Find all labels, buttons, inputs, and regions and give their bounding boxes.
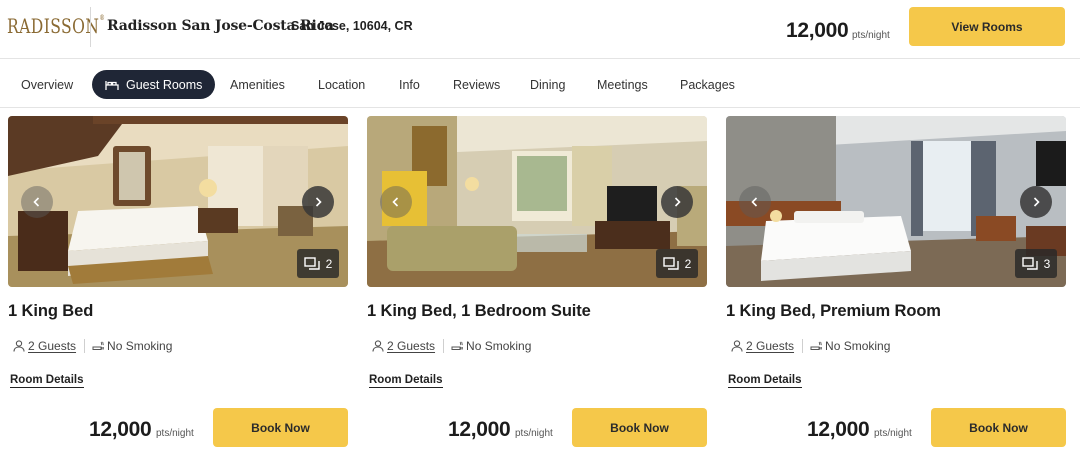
room-price-unit: pts/night: [156, 428, 194, 439]
smoking-policy: No Smoking: [107, 339, 173, 353]
hotel-tab-nav: Overview Guest Rooms Amenities Location …: [0, 58, 1080, 108]
book-now-button[interactable]: Book Now: [572, 408, 707, 447]
room-title: 1 King Bed, 1 Bedroom Suite: [367, 302, 591, 320]
tab-label: Location: [318, 77, 366, 92]
room-price-unit: pts/night: [515, 428, 553, 439]
person-icon: [13, 340, 25, 352]
book-now-button[interactable]: Book Now: [931, 408, 1066, 447]
tab-amenities[interactable]: Amenities: [230, 70, 285, 99]
photo-gallery-icon: [662, 256, 679, 270]
room-title: 1 King Bed, Premium Room: [726, 302, 941, 320]
tab-location[interactable]: Location: [318, 70, 365, 99]
book-now-button[interactable]: Book Now: [213, 408, 348, 447]
room-details-link[interactable]: Room Details: [728, 374, 802, 388]
room-price: 12,000: [89, 418, 152, 441]
tab-guest-rooms[interactable]: Guest Rooms: [92, 70, 216, 99]
room-title: 1 King Bed: [8, 302, 94, 320]
room-card: 3 1 King Bed, Premium Room 2 Guests No S…: [726, 116, 1066, 456]
tab-label: Amenities: [230, 77, 285, 92]
room-details-link[interactable]: Room Details: [369, 374, 443, 388]
smoking-policy: No Smoking: [466, 339, 532, 353]
tab-meetings[interactable]: Meetings: [597, 70, 648, 99]
next-photo-button[interactable]: [1020, 186, 1052, 218]
chevron-right-icon: [1033, 197, 1040, 207]
tab-info[interactable]: Info: [399, 70, 420, 99]
prev-photo-button[interactable]: [21, 186, 53, 218]
tab-label: Dining: [530, 77, 566, 92]
room-photo[interactable]: 2: [367, 116, 707, 287]
tab-packages[interactable]: Packages: [680, 70, 735, 99]
guests-link[interactable]: 2 Guests: [746, 339, 794, 353]
photo-count-badge[interactable]: 2: [297, 249, 339, 278]
guests-link[interactable]: 2 Guests: [28, 339, 76, 353]
photo-count: 2: [325, 256, 333, 271]
no-smoking-icon: [92, 341, 104, 350]
room-photo[interactable]: 2: [8, 116, 348, 287]
prev-photo-button[interactable]: [380, 186, 412, 218]
tab-label: Guest Rooms: [126, 77, 203, 92]
person-icon: [372, 340, 384, 352]
photo-count-badge[interactable]: 2: [656, 249, 698, 278]
room-price-unit: pts/night: [874, 428, 912, 439]
tab-dining[interactable]: Dining: [530, 70, 565, 99]
photo-gallery-icon: [303, 256, 320, 270]
next-photo-button[interactable]: [661, 186, 693, 218]
header-price-unit: pts/night: [852, 30, 890, 41]
photo-count: 3: [1043, 256, 1051, 271]
chevron-right-icon: [674, 197, 681, 207]
smoking-policy: No Smoking: [825, 339, 891, 353]
photo-gallery-icon: [1021, 256, 1038, 270]
header-price: 12,000: [786, 19, 849, 42]
room-price: 12,000: [807, 418, 870, 441]
photo-count-badge[interactable]: 3: [1015, 249, 1057, 278]
person-icon: [731, 340, 743, 352]
hotel-header: RADISSON® Radisson San Jose-Costa Rica S…: [0, 0, 1080, 58]
tab-label: Info: [399, 77, 420, 92]
chevron-right-icon: [315, 197, 322, 207]
guests-link[interactable]: 2 Guests: [387, 339, 435, 353]
header-divider: [90, 7, 91, 47]
tab-reviews[interactable]: Reviews: [453, 70, 500, 99]
room-details-link[interactable]: Room Details: [10, 374, 84, 388]
hotel-address: San Jose, 10604, CR: [291, 19, 413, 33]
room-amenities: 2 Guests No Smoking: [372, 339, 531, 353]
next-photo-button[interactable]: [302, 186, 334, 218]
no-smoking-icon: [451, 341, 463, 350]
tab-label: Reviews: [453, 77, 501, 92]
chevron-left-icon: [751, 197, 758, 207]
chevron-left-icon: [392, 197, 399, 207]
amenity-divider: [443, 339, 445, 353]
photo-count: 2: [684, 256, 692, 271]
prev-photo-button[interactable]: [739, 186, 771, 218]
room-card: 2 1 King Bed, 1 Bedroom Suite 2 Guests N…: [367, 116, 707, 456]
no-smoking-icon: [810, 341, 822, 350]
amenity-divider: [802, 339, 804, 353]
room-amenities: 2 Guests No Smoking: [13, 339, 172, 353]
tab-label: Meetings: [597, 77, 648, 92]
view-rooms-button[interactable]: View Rooms: [909, 7, 1065, 46]
tab-overview[interactable]: Overview: [21, 70, 73, 99]
amenity-divider: [84, 339, 86, 353]
room-amenities: 2 Guests No Smoking: [731, 339, 890, 353]
chevron-left-icon: [33, 197, 40, 207]
room-photo[interactable]: 3: [726, 116, 1066, 287]
tab-label: Packages: [680, 77, 735, 92]
bed-icon: [105, 80, 119, 90]
tab-label: Overview: [21, 77, 74, 92]
room-price: 12,000: [448, 418, 511, 441]
room-card: 2 1 King Bed 2 Guests No Smoking Room De…: [8, 116, 348, 456]
